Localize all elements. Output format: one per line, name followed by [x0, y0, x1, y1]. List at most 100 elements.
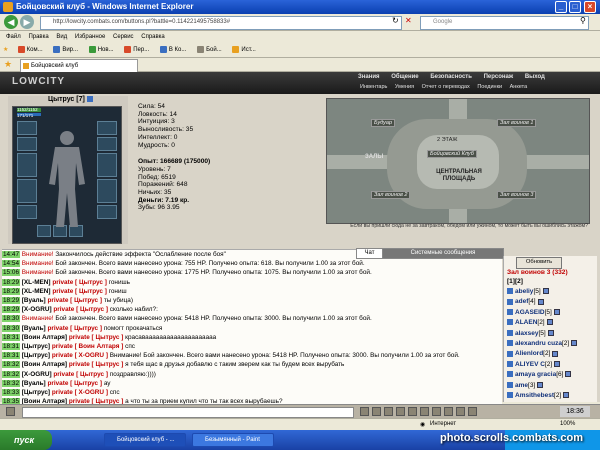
chat-sender[interactable]: [X-OGRU]: [22, 306, 52, 313]
search-icon[interactable]: ⚲: [580, 16, 586, 25]
nav-skills[interactable]: Умения: [395, 84, 414, 90]
maximize-button[interactable]: □: [569, 1, 581, 13]
legs-slot[interactable]: [97, 179, 117, 203]
earring-slot[interactable]: [97, 121, 117, 135]
nav-profile[interactable]: Анкета: [510, 84, 528, 90]
forward-icon[interactable]: ▶: [20, 15, 34, 29]
chat-sender[interactable]: [Цытрус]: [22, 389, 50, 396]
send-icon[interactable]: [468, 407, 477, 416]
search-input[interactable]: Google: [420, 16, 589, 30]
user-info-icon[interactable]: [552, 350, 559, 357]
user-info-icon[interactable]: [571, 340, 578, 347]
window-title-bar[interactable]: Бойцовский клуб - Windows Internet Explo…: [0, 0, 600, 14]
online-user[interactable]: alaxsey[5]: [507, 329, 597, 339]
menu-help[interactable]: Справка: [141, 31, 165, 43]
map-label-warriors-hall-2[interactable]: Зал воинов 2: [371, 191, 411, 199]
helmet-slot[interactable]: [17, 121, 37, 135]
chat-time[interactable]: 14:47: [2, 251, 20, 258]
start-button[interactable]: пуск: [0, 430, 52, 450]
user-info-icon[interactable]: [563, 392, 570, 399]
private-message-icon[interactable]: [507, 298, 513, 305]
menu-edit[interactable]: Правка: [28, 31, 48, 43]
amulet-slot[interactable]: [17, 137, 37, 151]
star-icon[interactable]: ★: [3, 46, 13, 53]
private-message-icon[interactable]: [507, 288, 513, 295]
user-name[interactable]: AGASEID: [515, 309, 545, 316]
menu-favorites[interactable]: Избранное: [75, 31, 105, 43]
nav-exit[interactable]: Выход: [525, 74, 545, 80]
boots-slot[interactable]: [97, 205, 117, 219]
chat-sender[interactable]: [Вуаль]: [22, 325, 46, 332]
user-info-icon[interactable]: [554, 361, 561, 368]
user-info-icon[interactable]: [547, 329, 554, 336]
chat-private-target[interactable]: private [ Цытрус ]: [53, 306, 108, 313]
chat-time[interactable]: 18:29: [2, 287, 20, 295]
favorite-link[interactable]: В Ко...: [157, 43, 186, 58]
chat-time[interactable]: 18:31: [2, 333, 20, 341]
private-message-icon[interactable]: [507, 319, 513, 326]
translit-icon[interactable]: [396, 407, 405, 416]
chat-time[interactable]: 14:54: [2, 260, 20, 268]
tab-system-messages[interactable]: Системные сообщения: [382, 248, 504, 259]
nav-character[interactable]: Персонаж: [484, 74, 514, 80]
chat-time[interactable]: 15:06: [2, 269, 20, 277]
refresh-button[interactable]: Обновить: [516, 257, 562, 269]
refresh-icon[interactable]: ↻: [392, 16, 399, 25]
user-info-icon[interactable]: [537, 381, 544, 388]
online-user[interactable]: Amsithebest[2]: [507, 391, 597, 401]
info-icon[interactable]: [86, 96, 93, 103]
chat-time[interactable]: 18:32: [2, 379, 20, 387]
chat-time[interactable]: 18:32: [2, 361, 20, 369]
status-zoom[interactable]: 100%: [560, 421, 575, 427]
chat-input[interactable]: [22, 407, 354, 418]
task-paint[interactable]: Безымянный - Paint: [192, 433, 274, 447]
menu-view[interactable]: Вид: [56, 31, 67, 43]
online-user[interactable]: ALAEN[2]: [507, 318, 597, 328]
chat-private-target[interactable]: private [ Цытрус ]: [53, 371, 108, 378]
nav-communication[interactable]: Общение: [391, 74, 418, 80]
smile-icon[interactable]: [360, 407, 369, 416]
nav-transfers[interactable]: Отчет о переводах: [422, 84, 470, 90]
online-user[interactable]: abeliy[5]: [507, 287, 597, 297]
settings-icon[interactable]: [420, 407, 429, 416]
close-button[interactable]: ×: [584, 1, 596, 13]
online-user[interactable]: alexandru cuza[2]: [507, 339, 597, 349]
user-name[interactable]: amaya gracia: [515, 371, 556, 378]
user-list-pages[interactable]: [1][2]: [507, 278, 523, 285]
url-input[interactable]: http://lowcity.combats.com/buttons.pl?ba…: [40, 16, 402, 30]
chat-sender[interactable]: [XL-MEN]: [22, 279, 51, 286]
chat-mode-icon[interactable]: [6, 407, 15, 416]
chat-time[interactable]: 18:30: [2, 324, 20, 332]
chat-private-target[interactable]: private [ Цытрус ]: [69, 361, 124, 368]
armor-slot[interactable]: [17, 179, 37, 203]
chat-time[interactable]: 18:29: [2, 306, 20, 314]
menu-file[interactable]: Файл: [6, 31, 21, 43]
chat-private-target[interactable]: private [ Цытрус ]: [52, 279, 107, 286]
chat-sender[interactable]: [Воин Алтаря]: [22, 334, 67, 341]
nav-knowledge[interactable]: Знания: [358, 74, 380, 80]
chat-time[interactable]: 18:30: [2, 315, 20, 323]
belt-slot[interactable]: [17, 205, 37, 219]
private-message-icon[interactable]: [507, 309, 513, 316]
chat-private-target[interactable]: private [ Цытрус ]: [52, 288, 107, 295]
chat-sender[interactable]: [Воин Алтаря]: [22, 361, 67, 368]
chat-private-target[interactable]: private [ Цытрус ]: [47, 297, 102, 304]
user-name[interactable]: ALAEN: [515, 319, 537, 326]
private-message-icon[interactable]: [507, 361, 513, 368]
chat-sender[interactable]: [XL-MEN]: [22, 288, 51, 295]
private-message-icon[interactable]: [507, 340, 513, 347]
user-info-icon[interactable]: [565, 371, 572, 378]
online-user[interactable]: AGASEID[5]: [507, 308, 597, 318]
favorite-link[interactable]: Нов...: [86, 43, 114, 58]
private-message-icon[interactable]: [507, 329, 513, 336]
favorite-link[interactable]: Ист...: [229, 43, 256, 58]
chat-time[interactable]: 18:29: [2, 296, 20, 304]
favorite-link[interactable]: Бой...: [194, 43, 222, 58]
favorite-link[interactable]: Вир...: [50, 43, 78, 58]
private-message-icon[interactable]: [507, 392, 513, 399]
chat-sender[interactable]: [Цытрус]: [22, 343, 50, 350]
user-name[interactable]: adef: [515, 298, 528, 305]
chat-time[interactable]: 18:32: [2, 370, 20, 378]
history-icon[interactable]: [456, 407, 465, 416]
user-name[interactable]: Alienlord: [515, 350, 543, 357]
